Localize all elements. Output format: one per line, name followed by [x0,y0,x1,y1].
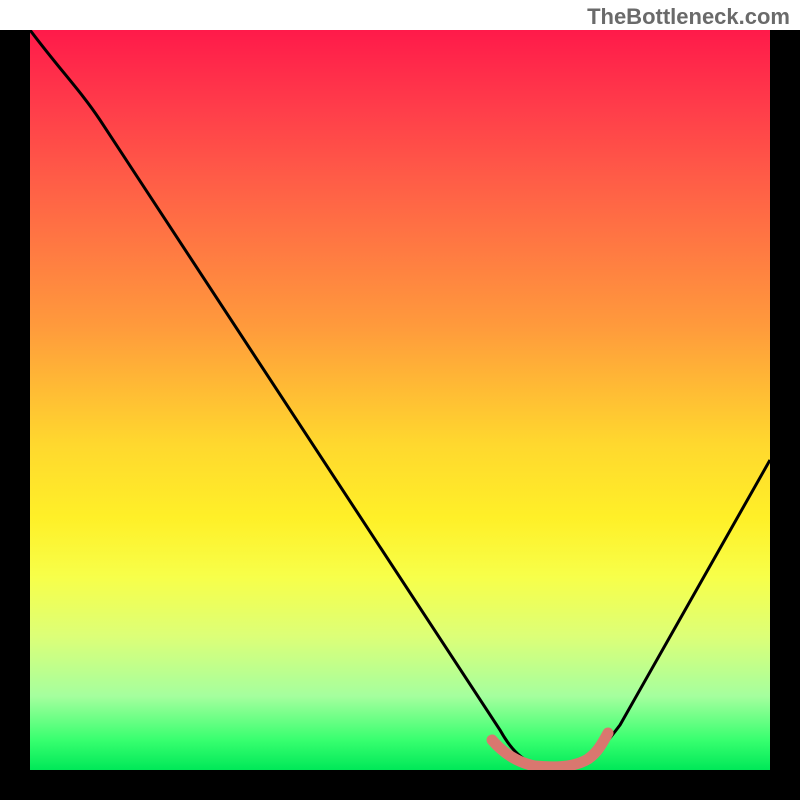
chart-frame-left [0,30,30,800]
bottleneck-curve-path [30,30,770,764]
watermark-text: TheBottleneck.com [587,4,790,30]
chart-frame-bottom [0,770,800,800]
chart-plot-area [30,30,770,770]
chart-frame-right [770,30,800,800]
optimal-zone-path [492,733,608,767]
chart-svg [30,30,770,770]
chart-container: TheBottleneck.com [0,0,800,800]
